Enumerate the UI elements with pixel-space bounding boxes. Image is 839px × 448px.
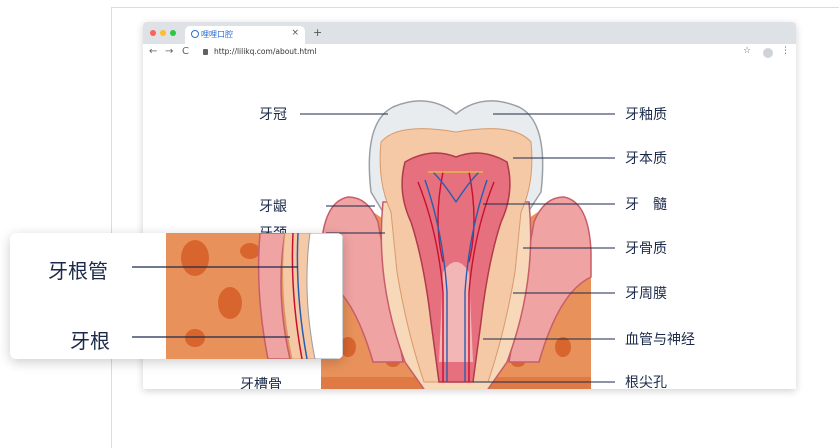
label-root-canal: 牙根管 <box>48 259 108 283</box>
bookmark-star-icon[interactable]: ☆ <box>743 46 751 56</box>
label-crown: 牙冠 <box>259 107 287 123</box>
label-alveolar-bone: 牙槽骨 <box>240 377 282 389</box>
label-dentin: 牙本质 <box>625 151 667 167</box>
label-pulp: 牙 髓 <box>625 197 667 213</box>
browser-tab[interactable]: 哩哩口腔 × <box>185 26 305 44</box>
zoom-root-illustration <box>132 233 343 359</box>
zoom-root-wall <box>306 233 343 359</box>
profile-avatar[interactable] <box>763 48 773 58</box>
label-enamel: 牙釉质 <box>625 107 667 123</box>
new-tab-button[interactable]: + <box>313 26 322 39</box>
reload-icon[interactable]: C <box>182 46 189 57</box>
browser-menu-icon[interactable]: ⋮ <box>781 46 790 56</box>
label-periodontal-membrane: 牙周膜 <box>625 286 667 302</box>
zoom-popout-card: 牙根管 牙根 <box>10 233 343 359</box>
address-bar: ← → C http://lilikq.com/about.html ☆ ⋮ <box>143 44 796 63</box>
tab-bar: 哩哩口腔 × + <box>143 22 796 44</box>
label-apical-foramen: 根尖孔 <box>625 375 667 389</box>
label-gum: 牙龈 <box>259 199 287 215</box>
maximize-window-dot[interactable] <box>170 30 176 36</box>
forward-arrow-icon[interactable]: → <box>165 46 173 57</box>
label-vessels-nerves: 血管与神经 <box>625 332 695 348</box>
site-favicon-icon <box>191 30 199 38</box>
close-window-dot[interactable] <box>150 30 156 36</box>
root-core <box>439 262 473 362</box>
tab-title: 哩哩口腔 <box>201 30 233 39</box>
back-arrow-icon[interactable]: ← <box>149 46 157 57</box>
url-field[interactable]: http://lilikq.com/about.html <box>214 47 316 56</box>
label-root: 牙根 <box>70 329 110 353</box>
lock-icon <box>203 49 208 55</box>
tab-close-icon[interactable]: × <box>291 28 299 38</box>
label-cementum: 牙骨质 <box>625 241 667 257</box>
minimize-window-dot[interactable] <box>160 30 166 36</box>
